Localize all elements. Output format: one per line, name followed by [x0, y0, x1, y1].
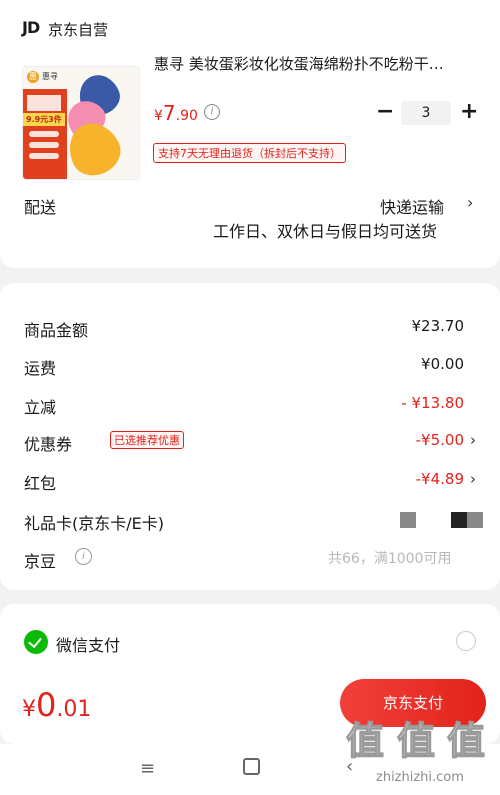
product-title[interactable]: 惠寻 美妆蛋彩妆化妆蛋海绵粉扑不吃粉干… — [154, 53, 476, 74]
fee-value-coupon[interactable]: -¥5.00 — [416, 431, 464, 449]
fee-label-coupon[interactable]: 优惠券 — [24, 431, 72, 455]
fee-value-subtotal: ¥23.70 — [411, 317, 465, 335]
total-currency: ¥ — [22, 697, 36, 722]
jd-beans-info-icon[interactable]: i — [75, 548, 92, 565]
return-policy-badge: 支持7天无理由退货（拆封后不支持） — [153, 143, 346, 163]
wechat-pay-icon — [24, 630, 48, 654]
red-packet-chevron-icon[interactable]: › — [470, 470, 476, 488]
watermark-glyph: 值 — [396, 718, 436, 763]
fee-label-subtotal: 商品金额 — [24, 321, 89, 340]
jd-beans-availability: 共66，满1000可用 — [328, 551, 452, 567]
delivery-schedule-note: 工作日、双休日与假日均可送货 — [213, 222, 438, 241]
watermark-url: zhizhizhi.com — [376, 770, 464, 785]
total-integer: 0 — [36, 686, 57, 724]
watermark-glyph: 值 — [345, 718, 385, 763]
fee-value-instant-discount: - ¥13.80 — [401, 394, 464, 412]
thumbnail-bullet — [29, 131, 59, 137]
quantity-decrease-button[interactable]: − — [376, 100, 394, 124]
fee-label-shipping: 运费 — [24, 359, 57, 378]
gift-card-redacted-block — [451, 512, 483, 528]
fee-label-jd-beans: 京豆 — [24, 552, 57, 571]
watermark-glyph: 值 — [446, 718, 486, 763]
thumbnail-tag — [27, 95, 61, 111]
thumbnail-brand-name: 惠寻 — [42, 72, 58, 81]
store-name[interactable]: 京东自营 — [48, 19, 108, 40]
order-total: ¥0.01 — [22, 686, 91, 724]
fee-label-red-packet[interactable]: 红包 — [24, 470, 56, 494]
total-decimal: .01 — [56, 697, 92, 722]
brand-logo-icon: 惠 — [27, 71, 39, 83]
delivery-method[interactable]: 快递运输 — [380, 194, 444, 218]
thumbnail-bullet — [29, 153, 59, 159]
coupon-chevron-icon[interactable]: › — [470, 431, 476, 449]
payment-method-radio[interactable] — [456, 631, 476, 651]
recent-apps-icon[interactable]: ≡ — [140, 758, 155, 779]
thumbnail-promo-text: 9.9元3件 — [23, 113, 65, 126]
coupon-recommended-badge: 已选推荐优惠 — [110, 431, 184, 449]
quantity-increase-button[interactable]: + — [460, 100, 478, 124]
delivery-label: 配送 — [24, 198, 57, 217]
fee-label-gift-card[interactable]: 礼品卡(京东卡/E卡) — [24, 510, 164, 534]
price-integer: 7 — [162, 101, 176, 125]
fee-value-shipping: ¥0.00 — [421, 355, 464, 373]
payment-method-label[interactable]: 微信支付 — [56, 632, 120, 656]
quantity-input[interactable]: 3 — [401, 101, 451, 125]
price-currency: ¥ — [154, 108, 163, 124]
unit-price: ¥7.90 — [154, 101, 198, 125]
jd-logo: JD — [22, 18, 40, 37]
product-thumbnail[interactable]: 惠 惠寻 9.9元3件 — [22, 66, 140, 180]
thumbnail-bullet — [29, 142, 59, 148]
delivery-chevron-icon[interactable]: › — [467, 193, 473, 212]
gift-card-redacted-block — [400, 512, 416, 528]
price-info-icon[interactable]: i — [204, 104, 220, 120]
home-icon[interactable] — [243, 758, 260, 775]
price-decimal: .90 — [175, 108, 198, 124]
fee-label-instant-discount: 立减 — [24, 398, 57, 417]
fee-value-red-packet[interactable]: -¥4.89 — [416, 470, 464, 488]
